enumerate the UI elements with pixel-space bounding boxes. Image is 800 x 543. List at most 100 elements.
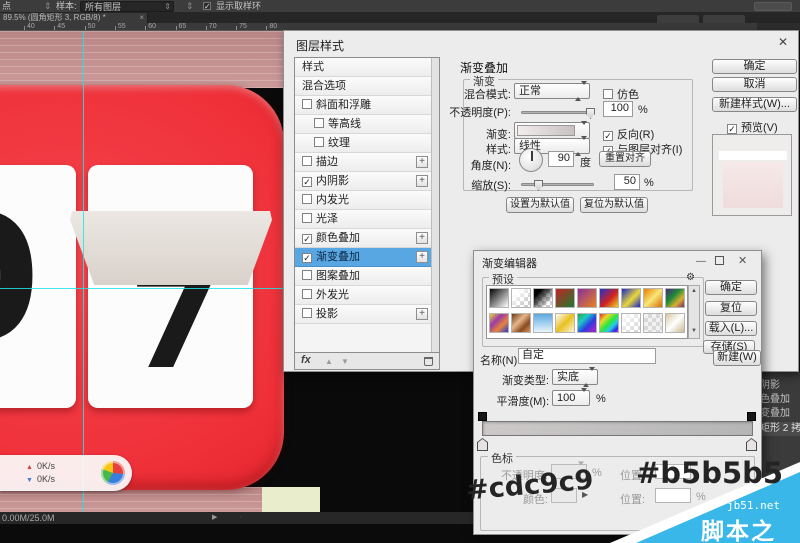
layer-style-item-12[interactable]: 外发光 [295, 286, 439, 305]
layer-style-item-9[interactable]: ✓ 颜色叠加 + [295, 229, 439, 248]
effect-checkbox[interactable] [302, 194, 312, 204]
angle-dial[interactable] [519, 148, 543, 172]
layer-style-item-11[interactable]: 图案叠加 [295, 267, 439, 286]
layer-style-item-6[interactable]: ✓ 内阴影 + [295, 172, 439, 191]
cancel-button[interactable]: 取消 [712, 77, 797, 92]
gradient-preset-swatch-16[interactable] [643, 313, 663, 333]
gradient-preset-swatch-17[interactable] [665, 313, 685, 333]
name-field[interactable]: 自定 [518, 348, 656, 364]
gradient-swatch-button[interactable] [514, 120, 590, 139]
panel-tab-stub[interactable] [703, 15, 745, 23]
reset-align-button[interactable]: 重置对齐 [599, 151, 651, 167]
trash-icon[interactable] [424, 357, 433, 366]
scale-value-field[interactable]: 50 [614, 174, 640, 190]
reset-default-button[interactable]: 复位为默认值 [580, 197, 648, 213]
status-flyout-icon[interactable]: ▶ [212, 512, 217, 524]
gradient-preset-swatch-14[interactable] [599, 313, 619, 333]
gradient-preset-swatch-7[interactable] [643, 288, 663, 308]
layer-style-item-8[interactable]: 光泽 [295, 210, 439, 229]
smoothness-combo[interactable]: 100 [552, 388, 590, 406]
add-effect-icon[interactable]: + [416, 232, 428, 244]
gradient-type-dropdown[interactable]: 实底 [552, 367, 598, 387]
sample-dropdown[interactable]: 所有图层 ⇕ [80, 1, 174, 12]
layer-style-item-3[interactable]: 等高线 [295, 115, 439, 134]
opacity-value-field[interactable]: 100 [603, 101, 633, 117]
list-scrollbar[interactable] [431, 58, 439, 352]
network-speed-widget[interactable]: ▲ 0K/s ▼ 0K/s [0, 455, 132, 491]
layer-style-item-10[interactable]: ✓ 渐变叠加 + [295, 248, 439, 267]
reset-button[interactable]: 复位 [705, 301, 757, 316]
effect-checkbox[interactable]: ✓ [302, 177, 312, 187]
gradient-preset-swatch-10[interactable] [511, 313, 531, 333]
gradient-preset-swatch-1[interactable] [511, 288, 531, 308]
gradient-preset-swatch-0[interactable] [489, 288, 509, 308]
effect-checkbox[interactable] [314, 137, 324, 147]
layers-panel-layer-row[interactable]: 矩形 2 拷 [758, 422, 800, 436]
layer-style-item-5[interactable]: 描边 + [295, 153, 439, 172]
ok-button[interactable]: 确定 [705, 280, 757, 295]
gradient-preset-swatch-3[interactable] [555, 288, 575, 308]
scale-slider[interactable] [521, 180, 594, 191]
panel-tab-stub[interactable] [657, 15, 699, 23]
scroll-down-icon[interactable]: ▼ [689, 327, 699, 335]
gradient-preset-swatch-5[interactable] [599, 288, 619, 308]
new-button[interactable]: 新建(W) [713, 350, 761, 366]
gradient-preset-swatch-13[interactable] [577, 313, 597, 333]
add-effect-icon[interactable]: + [416, 251, 428, 263]
gradient-preset-swatch-9[interactable] [489, 313, 509, 333]
effect-checkbox[interactable] [302, 308, 312, 318]
effect-checkbox[interactable]: ✓ [302, 234, 312, 244]
fx-icon[interactable]: fx [301, 354, 311, 366]
effect-checkbox[interactable] [302, 99, 312, 109]
add-effect-icon[interactable]: + [416, 308, 428, 320]
effect-checkbox[interactable] [314, 118, 324, 128]
move-up-icon[interactable]: ▲ [325, 357, 333, 366]
color-stop-left[interactable] [477, 438, 488, 451]
gear-icon[interactable]: ⚙ [686, 272, 695, 283]
gradient-preset-swatch-8[interactable] [665, 288, 685, 308]
minimize-icon[interactable]: — [696, 257, 706, 267]
layer-style-item-2[interactable]: 斜面和浮雕 [295, 96, 439, 115]
maximize-icon[interactable] [715, 256, 724, 265]
set-default-button[interactable]: 设置为默认值 [506, 197, 574, 213]
close-icon[interactable]: ✕ [738, 256, 747, 267]
guide-vertical[interactable] [83, 31, 84, 512]
layer-style-item-1[interactable]: 混合选项 [295, 77, 439, 96]
stop-color-position-field[interactable] [655, 488, 691, 503]
gradient-preset-swatch-2[interactable] [533, 288, 553, 308]
reverse-checkbox[interactable]: ✓ 反向(R) [603, 126, 654, 142]
presets-scrollbar[interactable]: ▲ ▼ [688, 285, 700, 339]
gradient-preset-swatch-4[interactable] [577, 288, 597, 308]
gradient-preset-swatch-15[interactable] [621, 313, 641, 333]
close-icon[interactable]: ✕ [778, 36, 788, 48]
new-style-button[interactable]: 新建样式(W)... [712, 97, 797, 112]
layers-panel-effect-row[interactable]: 阴影 [760, 376, 780, 391]
workspace-button[interactable] [754, 2, 792, 11]
document-tab[interactable]: 89.5% (圆角矩形 3, RGB/8) * × [0, 13, 148, 23]
gradient-preset-swatch-12[interactable] [555, 313, 575, 333]
preview-checkbox[interactable]: ✓ 预览(V) [727, 119, 778, 135]
effect-checkbox[interactable] [302, 213, 312, 223]
color-stop-right[interactable] [746, 438, 757, 451]
opacity-stop-right[interactable] [747, 412, 756, 421]
gradient-preset-swatch-11[interactable] [533, 313, 553, 333]
layers-panel-effect-row[interactable]: 色叠加 [760, 390, 790, 405]
effect-checkbox[interactable] [302, 156, 312, 166]
layers-panel-effect-row[interactable]: 变叠加 [760, 404, 790, 419]
effect-checkbox[interactable] [302, 270, 312, 280]
opacity-slider[interactable] [521, 108, 595, 119]
layer-style-item-4[interactable]: 纹理 [295, 134, 439, 153]
ok-button[interactable]: 确定 [712, 59, 797, 74]
blend-mode-dropdown[interactable]: 正常 [514, 81, 590, 101]
scroll-up-icon[interactable]: ▲ [689, 287, 699, 295]
move-down-icon[interactable]: ▼ [341, 357, 349, 366]
gradient-preview-bar[interactable] [482, 421, 753, 436]
show-ring-checkbox[interactable]: ✓ [203, 2, 211, 11]
gradient-preset-swatch-6[interactable] [621, 288, 641, 308]
dither-checkbox[interactable]: 仿色 [603, 86, 639, 102]
layer-style-item-7[interactable]: 内发光 [295, 191, 439, 210]
opacity-stop-left[interactable] [478, 412, 487, 421]
load-button[interactable]: 载入(L)... [705, 321, 757, 336]
tab-close-icon[interactable]: × [139, 13, 144, 23]
layer-style-item-13[interactable]: 投影 + [295, 305, 439, 324]
